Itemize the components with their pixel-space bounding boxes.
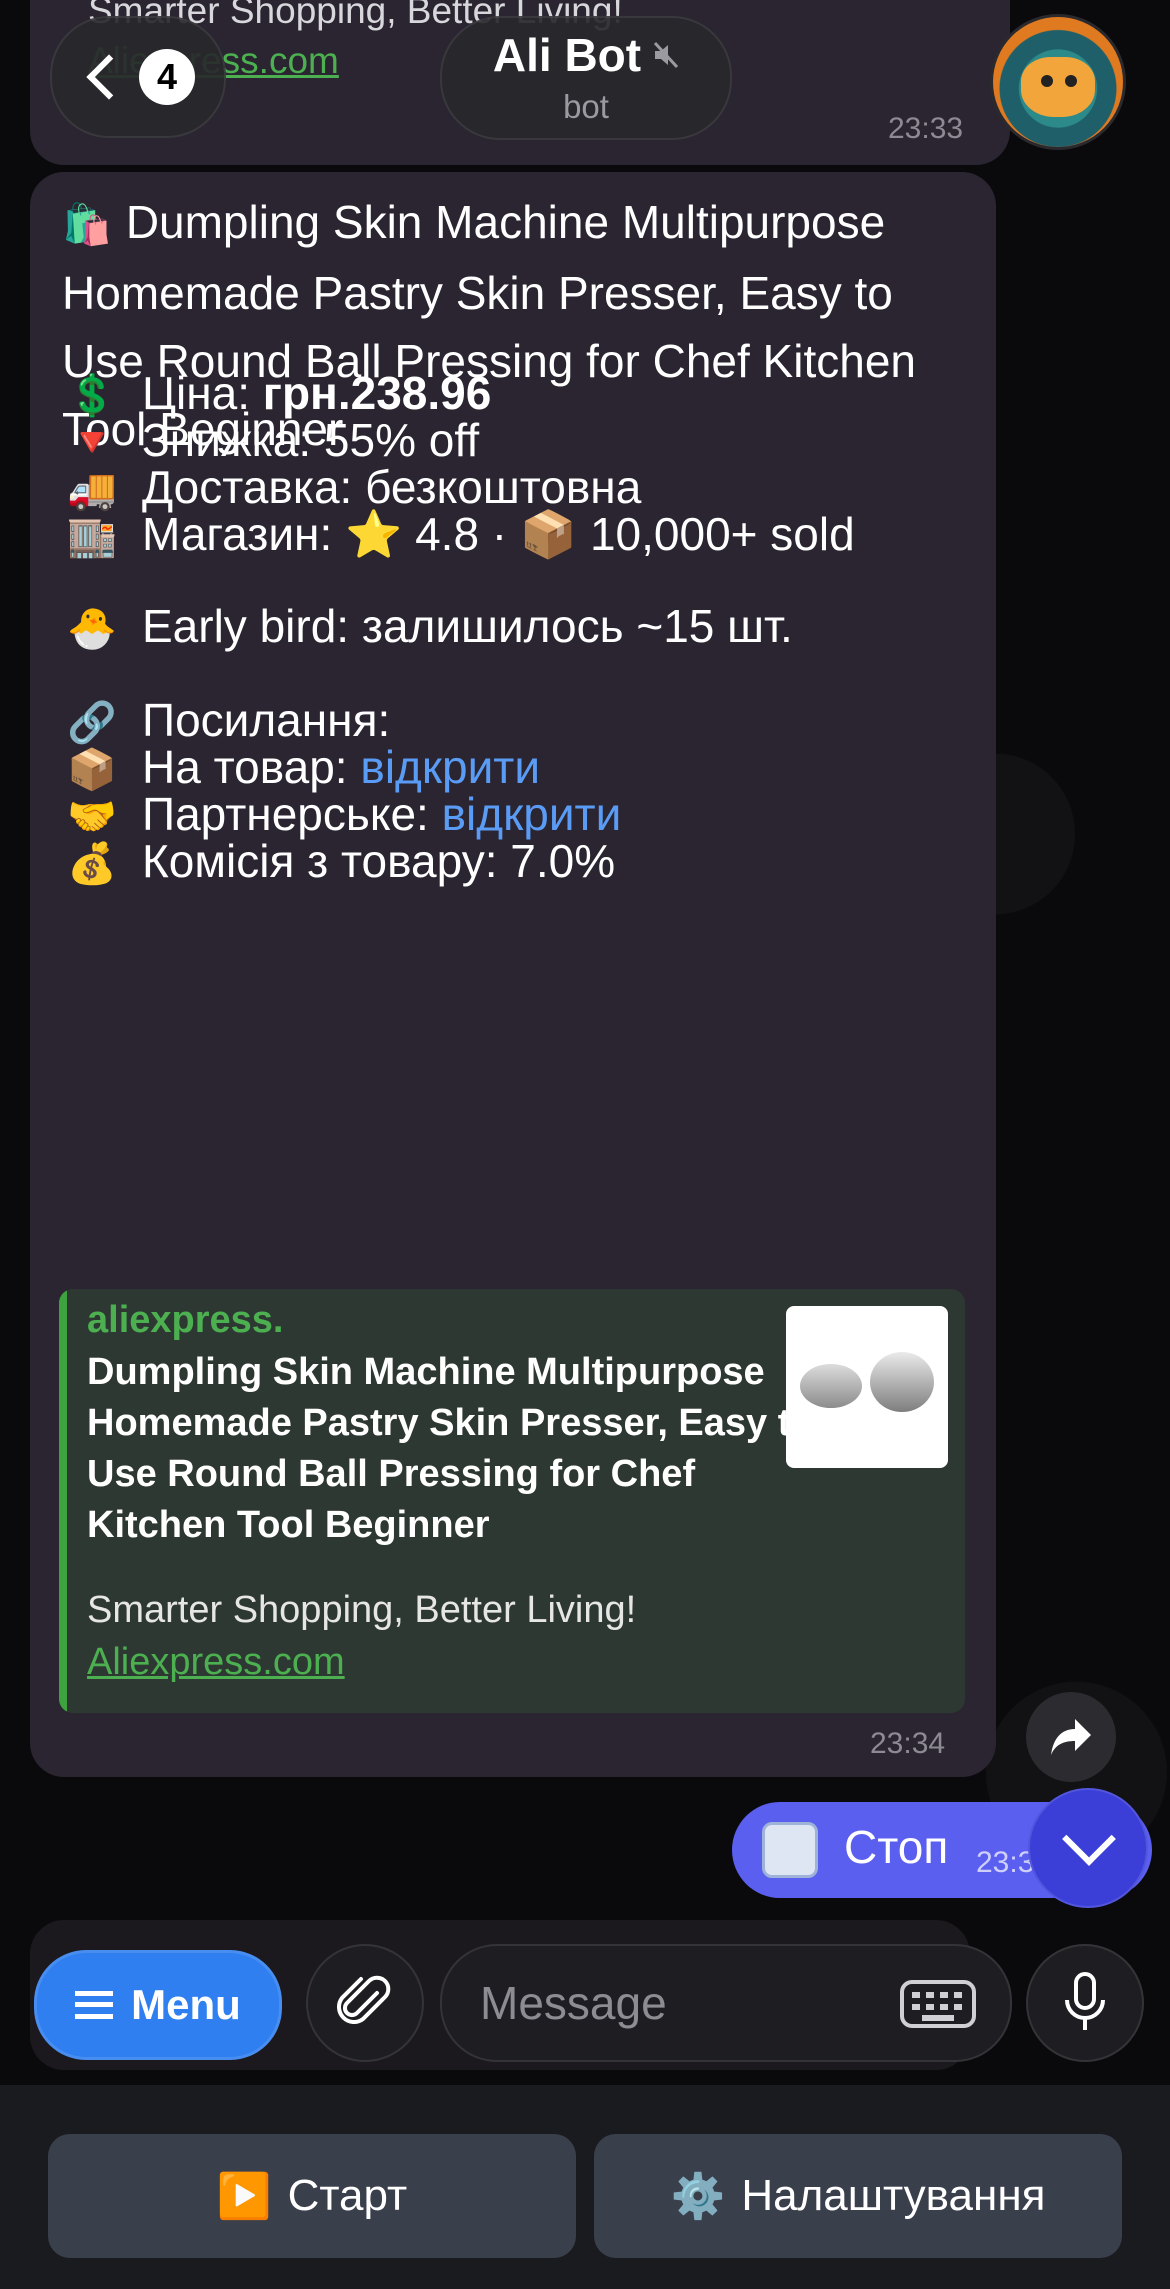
preview-link[interactable]: Aliexpress.com	[87, 1641, 345, 1684]
microphone-button[interactable]	[1026, 1944, 1144, 2062]
star-icon: ⭐	[345, 508, 403, 560]
chat-title: Ali Bot	[442, 28, 730, 82]
stop-square-icon	[762, 1822, 818, 1878]
chevron-left-icon	[86, 54, 132, 100]
play-icon: ▶️	[216, 2172, 272, 2221]
thumbnail-press-large	[870, 1352, 934, 1412]
commission-line: 💰 Комісія з товару: 7.0%	[62, 827, 615, 898]
message-time: 23:34	[870, 1727, 946, 1760]
avatar-eye	[1041, 75, 1053, 87]
hamburger-icon	[75, 1991, 114, 2019]
chat-title-pill[interactable]: Ali Bot bot	[440, 16, 732, 140]
outgoing-message-time: 23:3	[976, 1846, 1035, 1879]
forward-arrow-icon	[1051, 1719, 1091, 1755]
settings-label: Налаштування	[741, 2171, 1046, 2220]
scroll-to-bottom-button[interactable]	[1028, 1788, 1148, 1908]
attach-button[interactable]	[306, 1944, 424, 2062]
early-bird-line: 🐣 Early bird: залишилось ~15 шт.	[62, 592, 793, 663]
back-button[interactable]: 4	[50, 16, 226, 138]
gear-icon: ⚙️	[670, 2172, 726, 2221]
money-bag-icon: 💰	[67, 842, 117, 886]
package-icon: 📦	[519, 508, 578, 560]
shopping-bags-icon: 🛍️	[62, 203, 112, 247]
bot-avatar[interactable]	[990, 14, 1126, 150]
avatar-eye	[1065, 75, 1077, 87]
settings-button[interactable]: ⚙️ Налаштування	[594, 2134, 1122, 2258]
microphone-icon	[1065, 1972, 1105, 2030]
message-input[interactable]	[478, 1970, 882, 2036]
start-button[interactable]: ▶️ Старт	[48, 2134, 576, 2258]
chevron-down-icon	[1062, 1812, 1116, 1866]
preview-thumbnail[interactable]	[786, 1306, 948, 1468]
thumbnail-press-small	[800, 1364, 862, 1408]
previous-message-time: 23:33	[888, 112, 964, 145]
preview-accent-bar	[59, 1289, 67, 1713]
preview-site-name: aliexpress.	[87, 1299, 284, 1341]
preview-description: Smarter Shopping, Better Living!	[87, 1589, 637, 1631]
muted-icon	[653, 40, 679, 77]
preview-title: Dumpling Skin Machine Multipurpose Homem…	[87, 1351, 814, 1546]
keyboard-icon[interactable]	[900, 1980, 976, 2028]
store-line: 🏬 Магазин: ⭐ 4.8 · 📦 10,000+ sold	[62, 500, 855, 571]
link-preview[interactable]: aliexpress. Dumpling Skin Machine Multip…	[59, 1289, 965, 1713]
message-field[interactable]	[440, 1944, 1012, 2062]
avatar-face	[1021, 57, 1095, 117]
store-icon: 🏬	[67, 515, 117, 559]
forward-button[interactable]	[1026, 1692, 1116, 1782]
hatching-chick-icon: 🐣	[67, 607, 117, 651]
unread-count-badge: 4	[139, 49, 195, 105]
paperclip-icon	[337, 1975, 391, 2024]
outgoing-message-text: Стоп	[844, 1821, 949, 1873]
menu-label: Menu	[131, 1981, 241, 2028]
start-label: Старт	[287, 2171, 408, 2220]
chat-subtitle: bot	[563, 88, 609, 125]
menu-button[interactable]: Menu	[34, 1950, 282, 2060]
